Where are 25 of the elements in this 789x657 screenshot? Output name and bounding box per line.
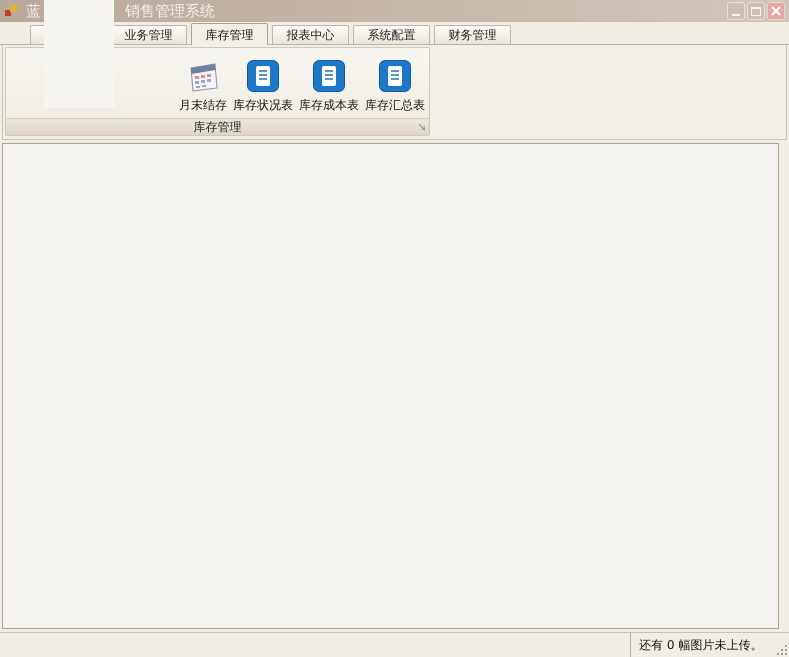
tab[interactable] bbox=[30, 25, 44, 44]
window-title: 销售管理系统 bbox=[125, 0, 215, 22]
minimize-button[interactable] bbox=[727, 2, 745, 20]
document-icon bbox=[313, 60, 345, 92]
group-label: 库存管理 bbox=[194, 119, 242, 136]
tab[interactable]: 财务管理 bbox=[434, 25, 511, 44]
status-text: 还有 0 幅图片未上传。 bbox=[639, 637, 762, 654]
ribbon-button[interactable]: 库存成本表 bbox=[299, 60, 359, 114]
tab[interactable]: 系统配置 bbox=[353, 25, 430, 44]
ribbon-button[interactable]: 库存汇总表 bbox=[365, 60, 425, 114]
dialog-launcher-icon[interactable] bbox=[419, 124, 425, 130]
maximize-icon bbox=[751, 6, 761, 16]
app-icon bbox=[4, 4, 18, 18]
minimize-icon bbox=[732, 14, 740, 16]
document-icon bbox=[247, 60, 279, 92]
tab[interactable]: 库存管理 bbox=[191, 23, 268, 45]
close-icon bbox=[771, 6, 781, 16]
window-title: 蓝 bbox=[26, 0, 41, 22]
close-button[interactable] bbox=[767, 2, 785, 20]
ribbon-button[interactable]: 库存状况表 bbox=[233, 60, 293, 114]
ribbon-button[interactable]: 月末结存 bbox=[179, 62, 227, 114]
resize-grip-icon[interactable] bbox=[777, 645, 787, 655]
maximize-button[interactable] bbox=[747, 2, 765, 20]
document-icon bbox=[379, 60, 411, 92]
tab[interactable]: 报表中心 bbox=[272, 25, 349, 44]
